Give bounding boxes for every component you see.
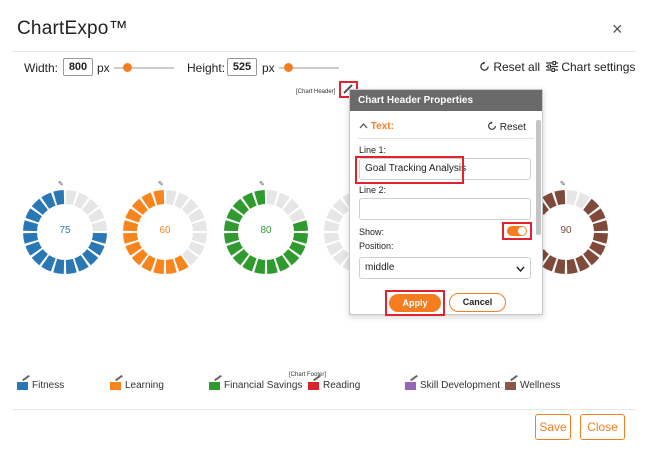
pencil-icon[interactable]: ✎	[259, 180, 265, 188]
height-input[interactable]: 525	[227, 58, 257, 76]
donut-segment	[65, 258, 77, 274]
legend-swatch	[308, 381, 319, 390]
close-icon[interactable]: ×	[612, 20, 623, 38]
pencil-icon[interactable]: ✎	[560, 180, 566, 188]
scroll-thumb[interactable]	[536, 120, 541, 235]
position-select-value: middle	[365, 262, 395, 273]
panel-scrollbar[interactable]	[536, 116, 541, 276]
pencil-icon[interactable]: ✎	[158, 180, 164, 188]
legend-swatch	[110, 381, 121, 390]
donut-segment	[266, 190, 278, 206]
donut-segment	[165, 258, 177, 274]
line2-label: Line 2:	[359, 185, 387, 195]
donut-segment	[554, 190, 566, 206]
donut-chart-fitness[interactable]: 75	[21, 188, 109, 276]
width-unit: px	[97, 61, 110, 75]
legend-item-reading[interactable]: Reading	[308, 380, 360, 391]
line2-input[interactable]	[359, 198, 531, 220]
pencil-icon[interactable]: ✎	[58, 180, 64, 188]
donut-segment	[566, 190, 578, 206]
legend-swatch	[17, 381, 28, 390]
chevron-down-icon	[516, 266, 525, 272]
section-divider	[358, 138, 534, 139]
donut-segment	[165, 190, 177, 206]
header-divider	[12, 51, 636, 52]
legend-label: Wellness	[520, 380, 561, 391]
position-select[interactable]: middle	[359, 257, 531, 279]
legend-item-skill-development[interactable]: Skill Development	[405, 380, 500, 391]
app-title: ChartExpo™	[17, 18, 128, 39]
line1-highlight	[355, 156, 464, 184]
donut-segment	[266, 258, 278, 274]
legend-swatch	[505, 381, 516, 390]
height-label: Height:	[187, 61, 226, 75]
toolbar: Width: 800 px Height: 525 px Reset all C…	[0, 58, 650, 78]
legend-item-wellness[interactable]: Wellness	[505, 380, 560, 391]
close-button[interactable]: Close	[580, 414, 625, 440]
width-input[interactable]: 800	[63, 58, 93, 76]
height-slider-handle[interactable]	[284, 63, 293, 72]
legend-label: Learning	[125, 380, 164, 391]
donut-value: 80	[260, 225, 272, 236]
sliders-icon	[546, 61, 558, 72]
legend-label: Fitness	[32, 380, 65, 391]
donut-segment	[324, 232, 340, 244]
chevron-up-icon	[359, 123, 368, 129]
donut-segment	[254, 190, 266, 206]
donut-value: 75	[59, 225, 71, 236]
reset-all-label: Reset all	[493, 60, 541, 74]
line1-label: Line 1:	[359, 145, 387, 155]
reset-icon	[488, 121, 496, 130]
section-reset-label: Reset	[499, 122, 526, 133]
cancel-button[interactable]: Cancel	[449, 293, 506, 312]
position-label: Position:	[359, 241, 394, 251]
donut-segment	[65, 190, 77, 206]
save-button[interactable]: Save	[535, 414, 571, 440]
chart-settings-button[interactable]: Chart settings	[546, 60, 635, 74]
legend-label: Financial Savings	[224, 380, 303, 391]
apply-highlight	[385, 290, 445, 316]
width-slider-handle[interactable]	[123, 63, 132, 72]
reset-all-button[interactable]: Reset all	[479, 60, 540, 74]
donut-chart-learning[interactable]: 60	[121, 188, 209, 276]
legend-swatch	[405, 381, 416, 390]
donut-chart-financial-savings[interactable]: 80	[222, 188, 310, 276]
height-unit: px	[262, 61, 275, 75]
reset-icon	[480, 61, 489, 71]
text-section-label: Text:	[370, 121, 394, 132]
width-label: Width:	[24, 61, 59, 75]
show-label: Show:	[359, 227, 385, 237]
donut-segment	[53, 190, 65, 206]
legend-item-fitness[interactable]: Fitness	[17, 380, 64, 391]
legend-label: Reading	[323, 380, 361, 391]
donut-segment	[554, 258, 566, 274]
footer-divider	[12, 409, 636, 410]
legend-item-financial-savings[interactable]: Financial Savings	[209, 380, 302, 391]
donut-segment	[566, 258, 578, 274]
donut-segment	[53, 258, 65, 274]
legend-label: Skill Development	[420, 380, 501, 391]
legend-swatch	[209, 381, 220, 390]
chart-settings-label: Chart settings	[561, 60, 636, 74]
legend-item-learning[interactable]: Learning	[110, 380, 164, 391]
chart-header-tag: [Chart Header]	[296, 89, 336, 95]
panel-title: Chart Header Properties	[350, 90, 542, 111]
donut-segment	[324, 220, 340, 232]
donut-segment	[153, 190, 165, 206]
donut-segment	[254, 258, 266, 274]
text-section-toggle[interactable]: Text:	[359, 121, 394, 132]
chart-header-properties-panel: Chart Header Properties Text: Reset Line…	[349, 89, 543, 316]
donut-value: 60	[159, 225, 171, 236]
donut-segment	[153, 258, 165, 274]
show-toggle-highlight	[502, 222, 532, 240]
section-reset-button[interactable]: Reset	[487, 121, 526, 133]
